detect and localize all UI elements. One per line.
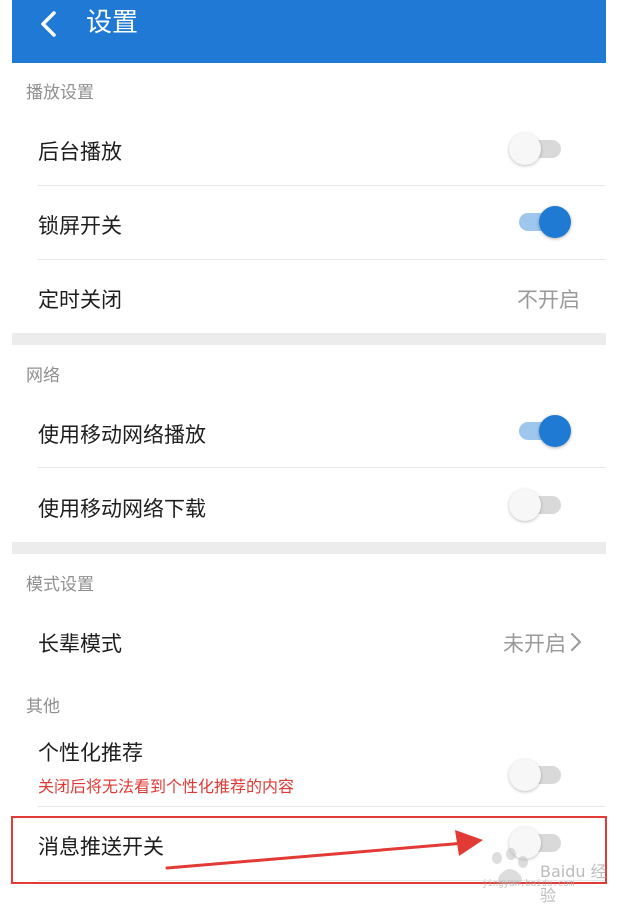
- setting-mobile-play-label: 使用移动网络播放: [38, 423, 206, 447]
- section-title-mode: 模式设置: [26, 575, 94, 595]
- top-bar: 设置: [12, 0, 606, 63]
- section-title-network: 网络: [26, 366, 60, 386]
- toggle-knob: [509, 489, 541, 521]
- setting-background-play-label: 后台播放: [38, 140, 122, 164]
- mobile-network-play-toggle[interactable]: [509, 412, 571, 450]
- personalized-recommend-toggle[interactable]: [509, 756, 561, 794]
- chevron-right-icon: [571, 633, 581, 651]
- setting-lock-screen-label: 锁屏开关: [38, 214, 122, 238]
- personalized-warning-text: 关闭后将无法看到个性化推荐的内容: [38, 777, 295, 796]
- elder-mode-value[interactable]: 未开启: [503, 628, 566, 658]
- setting-elder-mode-label[interactable]: 长辈模式: [38, 628, 122, 658]
- lock-screen-toggle[interactable]: [509, 203, 571, 241]
- back-icon[interactable]: [34, 8, 66, 40]
- toggle-knob: [509, 759, 541, 791]
- setting-timer-off-label[interactable]: 定时关闭: [38, 284, 122, 314]
- setting-mobile-download-label: 使用移动网络下载: [38, 497, 206, 521]
- section-title-other: 其他: [26, 697, 60, 717]
- divider: [38, 185, 606, 186]
- setting-personalized-label: 个性化推荐: [38, 741, 143, 765]
- toggle-knob: [539, 415, 571, 447]
- divider: [38, 467, 606, 468]
- settings-screen: 设置 播放设置 后台播放 锁屏开关 定时关闭 不开启 网络 使用移动网络播放 使…: [12, 0, 606, 909]
- divider: [38, 259, 606, 260]
- section-title-playback: 播放设置: [26, 83, 94, 103]
- watermark-url: jingyan.baidu.com: [482, 879, 575, 889]
- section-gap: [12, 333, 606, 345]
- mobile-network-download-toggle[interactable]: [509, 486, 561, 524]
- background-play-toggle[interactable]: [509, 130, 561, 168]
- red-arrow-annotation: [165, 830, 483, 870]
- page-title: 设置: [86, 8, 139, 38]
- toggle-knob: [539, 206, 571, 238]
- divider: [38, 806, 606, 807]
- timer-off-value[interactable]: 不开启: [517, 284, 580, 314]
- section-gap: [12, 542, 606, 554]
- toggle-knob: [509, 133, 541, 165]
